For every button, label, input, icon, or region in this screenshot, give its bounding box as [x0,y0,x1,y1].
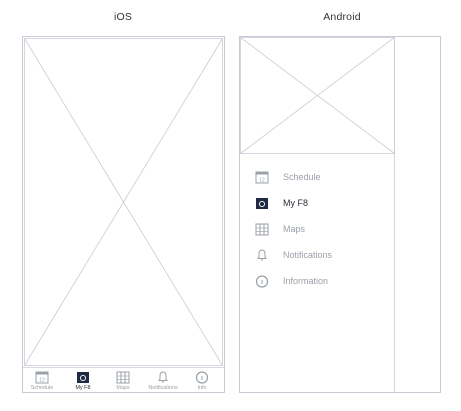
drawer-item-label: Information [283,276,329,286]
drawer-item-label: Notifications [283,250,333,260]
info-icon [195,371,209,384]
tab-schedule[interactable]: 12 Schedule [22,370,62,391]
map-icon [116,371,130,384]
wireframe-canvas [22,36,441,393]
calendar-icon: 12 [35,371,49,384]
drawer-item-label: Schedule [283,172,321,182]
drawer-item-label: My F8 [283,198,309,208]
tab-notifications[interactable]: Notifications [143,370,183,391]
tab-label: Schedule [30,385,54,391]
info-icon [255,275,269,288]
drawer-item-information[interactable]: Information [255,273,328,289]
tab-label: Notifications [148,385,178,391]
drawer-item-label: Maps [283,224,306,234]
drawer-item-maps[interactable]: Maps [255,221,305,237]
map-icon [255,223,269,236]
tab-label: My F8 [75,385,91,391]
bell-icon [257,249,267,261]
my-f8-icon [256,198,268,209]
svg-text:12: 12 [39,377,45,383]
tab-info[interactable]: Info [182,370,222,391]
calendar-icon: 12 [255,171,269,184]
drawer-item-my-f8[interactable]: My F8 [255,195,308,211]
drawer-item-notifications[interactable]: Notifications [255,247,332,263]
drawer-item-schedule[interactable]: 12 Schedule [255,169,321,185]
tab-my-f8[interactable]: My F8 [63,370,103,391]
svg-text:12: 12 [259,177,265,183]
tab-label: Maps [116,385,130,391]
bell-icon [158,371,168,383]
ios-screen [22,36,225,393]
tab-label: Info [197,385,207,391]
tab-maps[interactable]: Maps [103,370,143,391]
my-f8-icon [77,372,89,383]
android-screen [239,36,441,393]
